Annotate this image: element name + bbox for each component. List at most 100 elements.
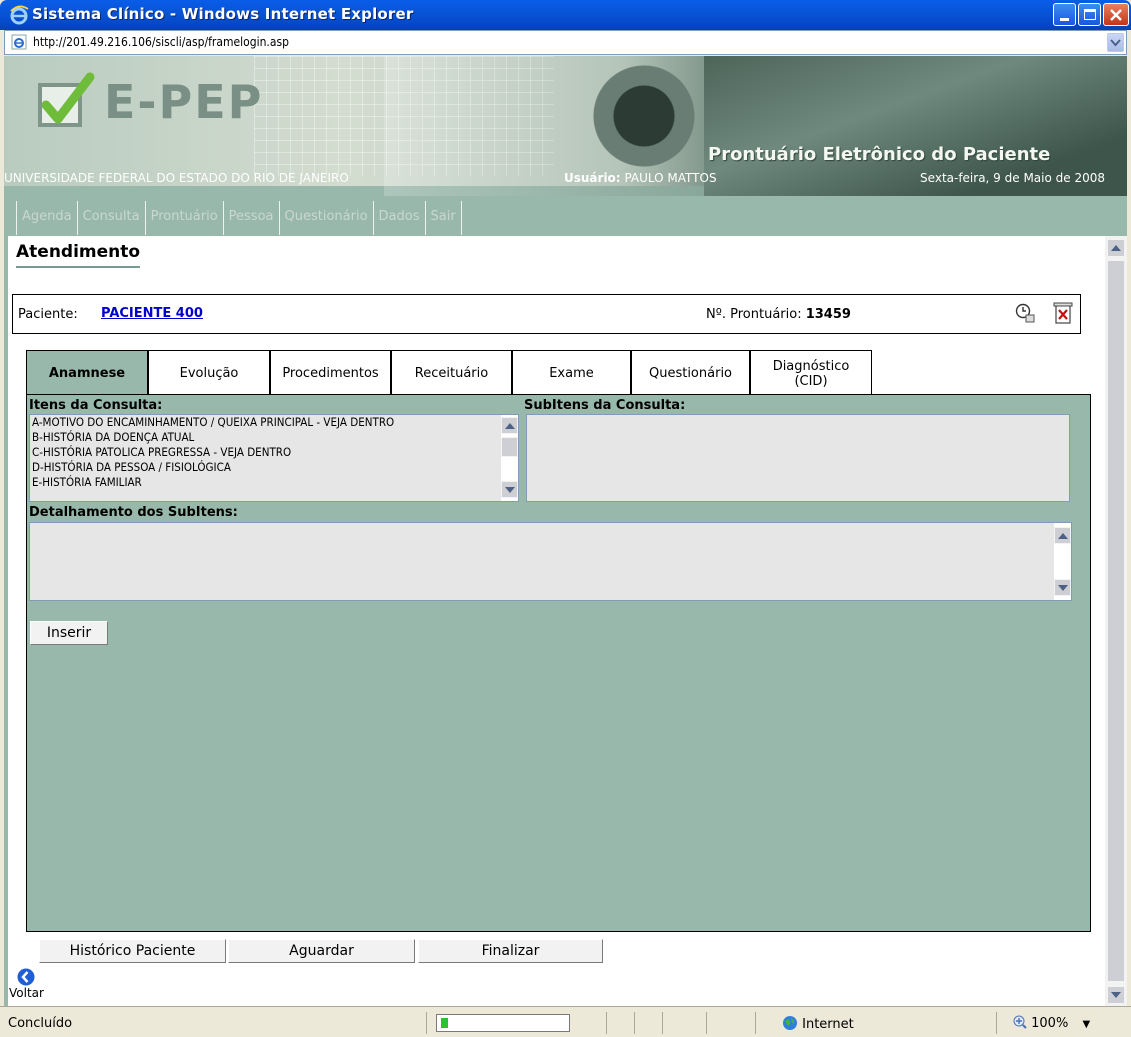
security-zone: Internet bbox=[782, 1015, 854, 1032]
subitems-listbox[interactable] bbox=[526, 414, 1070, 502]
main-menu: Agenda Consulta Prontuário Pessoa Questi… bbox=[16, 201, 462, 235]
detail-textarea[interactable] bbox=[29, 522, 1072, 601]
scroll-thumb[interactable] bbox=[501, 437, 518, 457]
browser-viewport: E-PEP Prontuário Eletrônico do Paciente … bbox=[4, 56, 1127, 1006]
loading-progress-bar bbox=[436, 1014, 570, 1032]
menu-item-agenda[interactable]: Agenda bbox=[16, 201, 78, 235]
menu-item-dados[interactable]: Dados bbox=[374, 201, 426, 235]
list-item[interactable]: A-MOTIVO DO ENCAMINHAMENTO / QUEIXA PRIN… bbox=[30, 415, 518, 430]
user-name: PAULO MATTOS bbox=[624, 171, 717, 185]
page-title: Atendimento bbox=[16, 242, 141, 268]
patient-name-link[interactable]: PACIENTE 400 bbox=[101, 306, 203, 321]
record-tabs: Anamnese Evolução Procedimentos Receituá… bbox=[26, 350, 872, 396]
back-label: Voltar bbox=[9, 986, 44, 1000]
insert-button[interactable]: Inserir bbox=[30, 621, 108, 645]
minimize-button[interactable] bbox=[1053, 3, 1076, 26]
list-item[interactable]: D-HISTÓRIA DA PESSOA / FISIOLÓGICA bbox=[30, 460, 518, 475]
zoom-control[interactable]: 100% ▼ bbox=[1013, 1015, 1090, 1031]
tab-procedimentos[interactable]: Procedimentos bbox=[270, 350, 391, 396]
tab-diagnostico-cid[interactable]: Diagnóstico (CID) bbox=[750, 350, 872, 396]
status-text: Concluído bbox=[8, 1016, 73, 1031]
content-page: Atendimento Paciente: PACIENTE 400 Nº. P… bbox=[8, 236, 1105, 1006]
maximize-button[interactable] bbox=[1078, 3, 1101, 26]
scroll-up-button[interactable] bbox=[501, 417, 518, 434]
finish-button[interactable]: Finalizar bbox=[418, 939, 603, 963]
scroll-up-button[interactable] bbox=[1054, 527, 1071, 544]
scroll-down-button[interactable] bbox=[501, 481, 518, 498]
address-dropdown-button[interactable] bbox=[1107, 33, 1124, 52]
items-listbox[interactable]: A-MOTIVO DO ENCAMINHAMENTO / QUEIXA PRIN… bbox=[29, 414, 519, 502]
user-label: Usuário: bbox=[564, 171, 621, 185]
tab-evolucao[interactable]: Evolução bbox=[148, 350, 270, 396]
patient-history-button[interactable]: Histórico Paciente bbox=[39, 939, 226, 963]
menu-item-consulta[interactable]: Consulta bbox=[78, 201, 146, 235]
status-divider bbox=[662, 1012, 663, 1034]
record-value: 13459 bbox=[805, 307, 851, 322]
arrow-up-icon bbox=[1111, 245, 1121, 251]
arrow-down-icon bbox=[1057, 584, 1068, 591]
record-number: Nº. Prontuário: 13459 bbox=[706, 307, 851, 322]
logged-user: Usuário: PAULO MATTOS bbox=[564, 171, 717, 185]
brand-name: E-PEP bbox=[104, 75, 264, 129]
zoom-dropdown-icon[interactable]: ▼ bbox=[1082, 1019, 1090, 1030]
scroll-down-button[interactable] bbox=[1054, 579, 1071, 596]
progress-fill bbox=[441, 1018, 448, 1028]
tab-exame[interactable]: Exame bbox=[512, 350, 631, 396]
university-name: UNIVERSIDADE FEDERAL DO ESTADO DO RIO DE… bbox=[4, 171, 349, 185]
tab-diagnostico-line1: Diagnóstico bbox=[772, 358, 850, 374]
chevron-down-icon bbox=[1110, 39, 1121, 47]
menu-item-questionario[interactable]: Questionário bbox=[280, 201, 374, 235]
detail-scrollbar[interactable] bbox=[1054, 523, 1071, 600]
zoom-level: 100% bbox=[1031, 1016, 1069, 1031]
record-label: Nº. Prontuário: bbox=[706, 307, 802, 322]
address-bar[interactable]: http://201.49.216.106/siscli/asp/framelo… bbox=[4, 30, 1127, 55]
delete-icon[interactable] bbox=[1053, 302, 1073, 324]
page-icon bbox=[11, 34, 27, 50]
status-bar: Concluído Internet 100% ▼ bbox=[0, 1006, 1131, 1037]
arrow-down-icon bbox=[1111, 992, 1121, 998]
internet-explorer-icon bbox=[10, 5, 29, 25]
items-label: Itens da Consulta: bbox=[29, 398, 163, 413]
status-divider bbox=[996, 1012, 997, 1034]
wait-button[interactable]: Aguardar bbox=[228, 939, 415, 963]
security-zone-label: Internet bbox=[802, 1017, 854, 1032]
back-arrow-icon bbox=[17, 968, 35, 986]
window-title-bar[interactable]: Sistema Clínico - Windows Internet Explo… bbox=[0, 0, 1131, 30]
window-title: Sistema Clínico - Windows Internet Explo… bbox=[32, 5, 414, 23]
address-url[interactable]: http://201.49.216.106/siscli/asp/framelo… bbox=[33, 35, 289, 49]
menu-item-sair[interactable]: Sair bbox=[426, 201, 462, 235]
patient-info-box: Paciente: PACIENTE 400 Nº. Prontuário: 1… bbox=[12, 294, 1081, 334]
status-divider bbox=[606, 1012, 607, 1034]
page-scrollbar[interactable] bbox=[1105, 236, 1127, 1006]
tab-anamnese[interactable]: Anamnese bbox=[26, 350, 148, 396]
header-info-line: UNIVERSIDADE FEDERAL DO ESTADO DO RIO DE… bbox=[4, 171, 1127, 187]
menu-item-prontuario[interactable]: Prontuário bbox=[146, 201, 224, 235]
current-date: Sexta-feira, 9 de Maio de 2008 bbox=[920, 171, 1105, 185]
tab-questionario[interactable]: Questionário bbox=[631, 350, 750, 396]
clock-icon[interactable] bbox=[1015, 303, 1035, 323]
close-icon bbox=[1110, 9, 1122, 21]
tab-receituario[interactable]: Receituário bbox=[391, 350, 512, 396]
items-scrollbar[interactable] bbox=[501, 415, 518, 501]
list-item[interactable]: E-HISTÓRIA FAMILIAR bbox=[30, 475, 518, 490]
page-scroll-thumb[interactable] bbox=[1107, 260, 1125, 982]
page-scroll-up-button[interactable] bbox=[1107, 239, 1125, 257]
status-divider bbox=[426, 1012, 427, 1034]
anamnese-panel: Itens da Consulta: SubItens da Consulta:… bbox=[26, 394, 1091, 932]
system-subtitle: Prontuário Eletrônico do Paciente bbox=[708, 144, 1051, 165]
page-scroll-down-button[interactable] bbox=[1107, 986, 1125, 1004]
status-divider bbox=[755, 1012, 756, 1034]
close-button[interactable] bbox=[1103, 3, 1129, 26]
header-banner: E-PEP Prontuário Eletrônico do Paciente … bbox=[4, 56, 1127, 196]
back-link[interactable]: Voltar bbox=[9, 966, 49, 1000]
globe-icon bbox=[783, 1016, 797, 1030]
arrow-down-icon bbox=[504, 486, 515, 493]
menu-item-pessoa[interactable]: Pessoa bbox=[224, 201, 280, 235]
patient-label: Paciente: bbox=[18, 307, 78, 322]
subitems-label: SubItens da Consulta: bbox=[524, 398, 686, 413]
status-divider bbox=[634, 1012, 635, 1034]
minimize-icon bbox=[1060, 18, 1069, 21]
list-item[interactable]: C-HISTÓRIA PATOLICA PREGRESSA - VEJA DEN… bbox=[30, 445, 518, 460]
list-item[interactable]: B-HISTÓRIA DA DOENÇA ATUAL bbox=[30, 430, 518, 445]
status-divider bbox=[706, 1012, 707, 1034]
